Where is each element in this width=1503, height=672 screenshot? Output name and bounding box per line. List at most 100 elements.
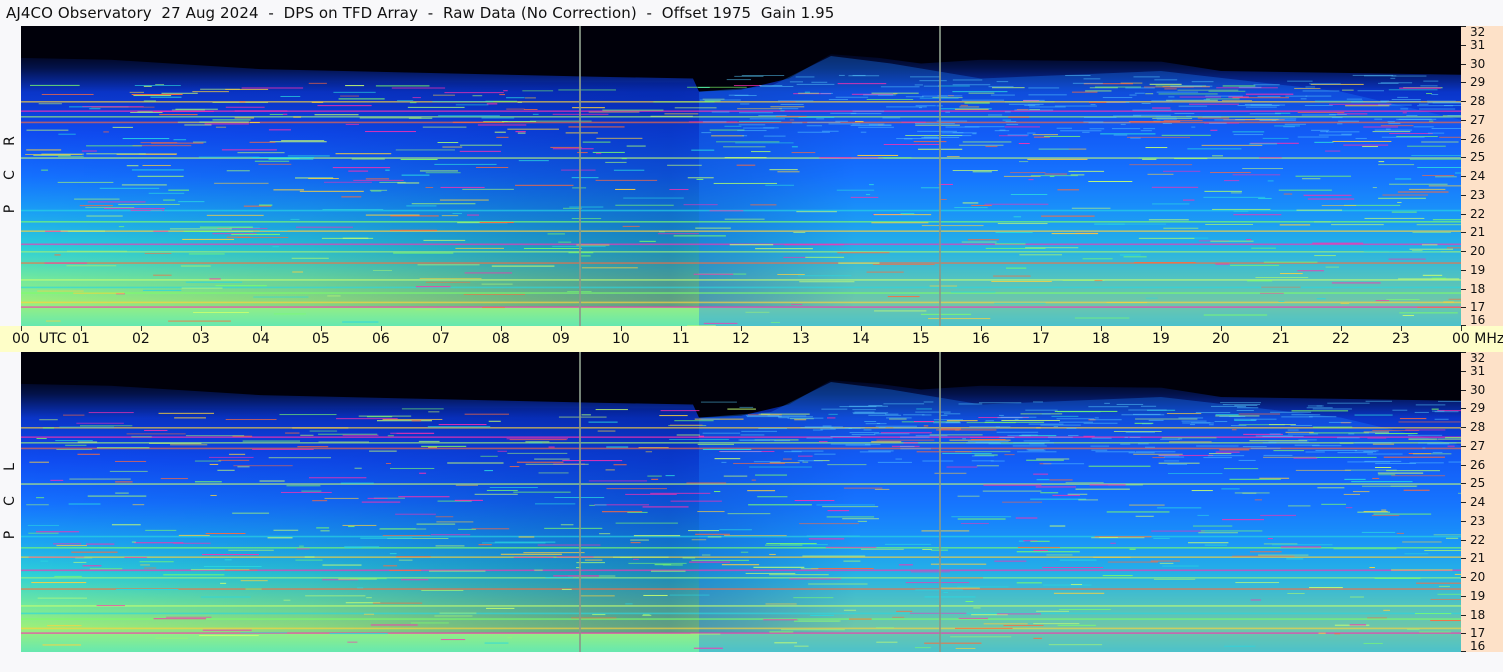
- signal-speckle: [1417, 306, 1461, 308]
- signal-speckle: [1150, 560, 1180, 562]
- signal-speckle: [143, 85, 152, 87]
- signal-speckle: [225, 88, 269, 90]
- signal-speckle: [1337, 437, 1360, 439]
- signal-speckle: [318, 441, 370, 443]
- signal-speckle: [742, 135, 748, 137]
- signal-speckle: [1004, 126, 1040, 128]
- signal-speckle: [1423, 80, 1439, 82]
- signal-speckle: [145, 529, 177, 531]
- signal-speckle: [1309, 432, 1370, 434]
- signal-speckle: [553, 575, 599, 577]
- signal-speckle: [1070, 174, 1085, 176]
- signal-speckle: [421, 445, 467, 447]
- signal-speckle: [1210, 129, 1218, 131]
- signal-speckle: [816, 118, 825, 120]
- signal-speckle: [389, 569, 422, 571]
- signal-speckle: [1354, 414, 1393, 416]
- signal-speckle: [1129, 436, 1141, 438]
- time-tick-label: 13: [792, 331, 810, 347]
- signal-speckle: [873, 433, 910, 435]
- signal-speckle: [1129, 548, 1136, 550]
- signal-speckle: [714, 458, 741, 460]
- signal-speckle: [613, 464, 627, 466]
- signal-speckle: [56, 545, 88, 547]
- signal-speckle: [1017, 451, 1057, 453]
- interference-line: [21, 483, 1461, 485]
- signal-speckle: [695, 533, 730, 535]
- signal-speckle: [486, 103, 498, 105]
- signal-speckle: [961, 523, 989, 525]
- signal-speckle: [59, 426, 115, 428]
- signal-speckle: [301, 490, 322, 492]
- signal-speckle: [647, 475, 662, 477]
- signal-speckle: [1372, 187, 1377, 189]
- signal-speckle: [1352, 491, 1370, 493]
- signal-speckle: [1032, 401, 1043, 403]
- signal-speckle: [1301, 114, 1336, 116]
- signal-speckle: [1416, 224, 1461, 226]
- signal-speckle: [26, 149, 62, 151]
- signal-speckle: [131, 436, 152, 438]
- signal-speckle: [639, 240, 656, 242]
- signal-speckle: [182, 238, 235, 240]
- signal-speckle: [1008, 116, 1030, 118]
- signal-speckle: [1232, 174, 1281, 176]
- signal-speckle: [1391, 569, 1453, 571]
- signal-speckle: [878, 157, 912, 159]
- signal-speckle: [691, 539, 707, 541]
- signal-speckle: [1419, 108, 1456, 110]
- signal-speckle: [1405, 429, 1446, 431]
- signal-speckle: [976, 465, 999, 467]
- signal-speckle: [1120, 123, 1126, 125]
- signal-speckle: [597, 430, 616, 432]
- signal-speckle: [759, 84, 783, 86]
- signal-speckle: [1088, 465, 1151, 467]
- signal-speckle: [1090, 445, 1110, 447]
- signal-speckle: [1128, 121, 1181, 123]
- signal-speckle: [770, 321, 780, 323]
- signal-speckle: [738, 124, 766, 126]
- signal-speckle: [1013, 442, 1054, 444]
- signal-speckle: [1124, 436, 1129, 438]
- signal-speckle: [1362, 146, 1378, 148]
- signal-speckle: [259, 480, 285, 482]
- signal-speckle: [1408, 438, 1438, 440]
- signal-speckle: [1140, 130, 1152, 132]
- signal-speckle: [57, 181, 114, 183]
- signal-speckle: [920, 187, 941, 189]
- signal-speckle: [428, 570, 486, 572]
- signal-speckle: [749, 466, 812, 468]
- signal-speckle: [1281, 416, 1313, 418]
- signal-speckle: [1426, 93, 1432, 95]
- signal-speckle: [163, 574, 225, 576]
- signal-speckle: [340, 95, 359, 97]
- signal-speckle: [1214, 119, 1245, 121]
- signal-speckle: [438, 115, 500, 117]
- signal-speckle: [253, 296, 309, 298]
- signal-speckle: [778, 417, 790, 419]
- signal-speckle: [589, 504, 596, 506]
- signal-speckle: [849, 432, 880, 434]
- signal-speckle: [1065, 482, 1104, 484]
- signal-speckle: [1337, 123, 1343, 125]
- signal-speckle: [662, 564, 683, 566]
- time-tick-label: 12: [732, 331, 750, 347]
- signal-speckle: [1290, 424, 1313, 426]
- signal-speckle: [406, 205, 437, 207]
- signal-speckle: [1178, 438, 1183, 440]
- signal-speckle: [1211, 405, 1247, 407]
- signal-speckle: [1380, 125, 1414, 127]
- signal-speckle: [916, 451, 972, 453]
- signal-speckle: [1249, 113, 1281, 115]
- signal-speckle: [735, 142, 794, 144]
- signal-speckle: [38, 103, 62, 105]
- signal-speckle: [86, 145, 142, 147]
- signal-speckle: [584, 559, 603, 561]
- signal-speckle: [1367, 453, 1403, 455]
- signal-speckle: [1364, 460, 1402, 462]
- signal-speckle: [1305, 95, 1332, 97]
- signal-speckle: [1145, 93, 1154, 95]
- signal-speckle: [283, 113, 288, 115]
- signal-speckle: [1036, 458, 1070, 460]
- signal-speckle: [1325, 150, 1341, 152]
